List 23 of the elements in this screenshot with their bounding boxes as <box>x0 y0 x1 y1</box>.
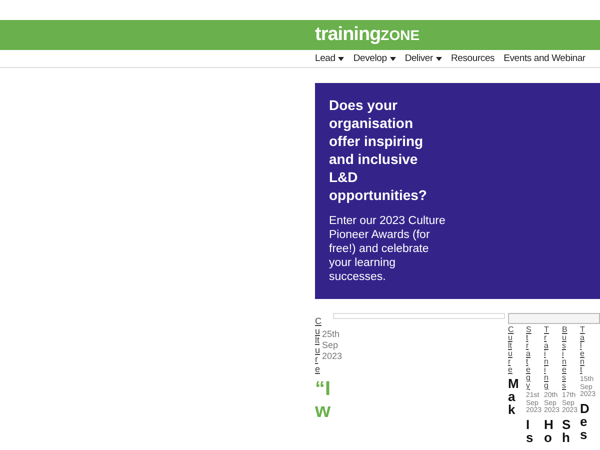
nav-link[interactable]: Resources <box>450 53 495 64</box>
article-title[interactable]: Sh <box>562 418 570 444</box>
caret-icon <box>338 56 344 60</box>
nav-link[interactable]: Lead <box>315 53 344 64</box>
nav-link[interactable]: Develop <box>353 53 396 64</box>
advert-banner[interactable]: Does your organisation offer inspiring and inclusive L&D opportunities? Enter our 2023 Culture Pioneer Awards (for free!) and celebrate your learning successes. <box>315 83 600 299</box>
category-link[interactable]: Training <box>544 326 548 390</box>
article-date: 25th Sep 2023 <box>322 329 344 363</box>
article-title[interactable]: Ho <box>544 418 552 444</box>
caret-icon <box>436 56 442 60</box>
article-title[interactable]: Is <box>526 418 534 444</box>
category-link[interactable]: Culture <box>315 317 320 374</box>
category-link[interactable]: Strategy <box>526 326 530 390</box>
category-link[interactable]: Talent <box>580 326 584 374</box>
category-link[interactable]: Business <box>562 326 566 390</box>
caret-icon <box>390 56 396 60</box>
article-title[interactable]: Mak <box>508 377 516 416</box>
advert-heading: Does your organisation offer inspiring and inclusive L&D opportunities? <box>329 96 428 204</box>
article-title[interactable]: Des <box>580 402 588 440</box>
category-link[interactable]: Culture <box>508 326 512 374</box>
nav-link[interactable]: Events and Webinar <box>504 53 586 64</box>
nav-link[interactable]: Deliver <box>404 53 442 64</box>
advert-text: Enter our 2023 Culture Pioneer Awards (for free!) and celebrate your learning successes. <box>329 214 446 284</box>
